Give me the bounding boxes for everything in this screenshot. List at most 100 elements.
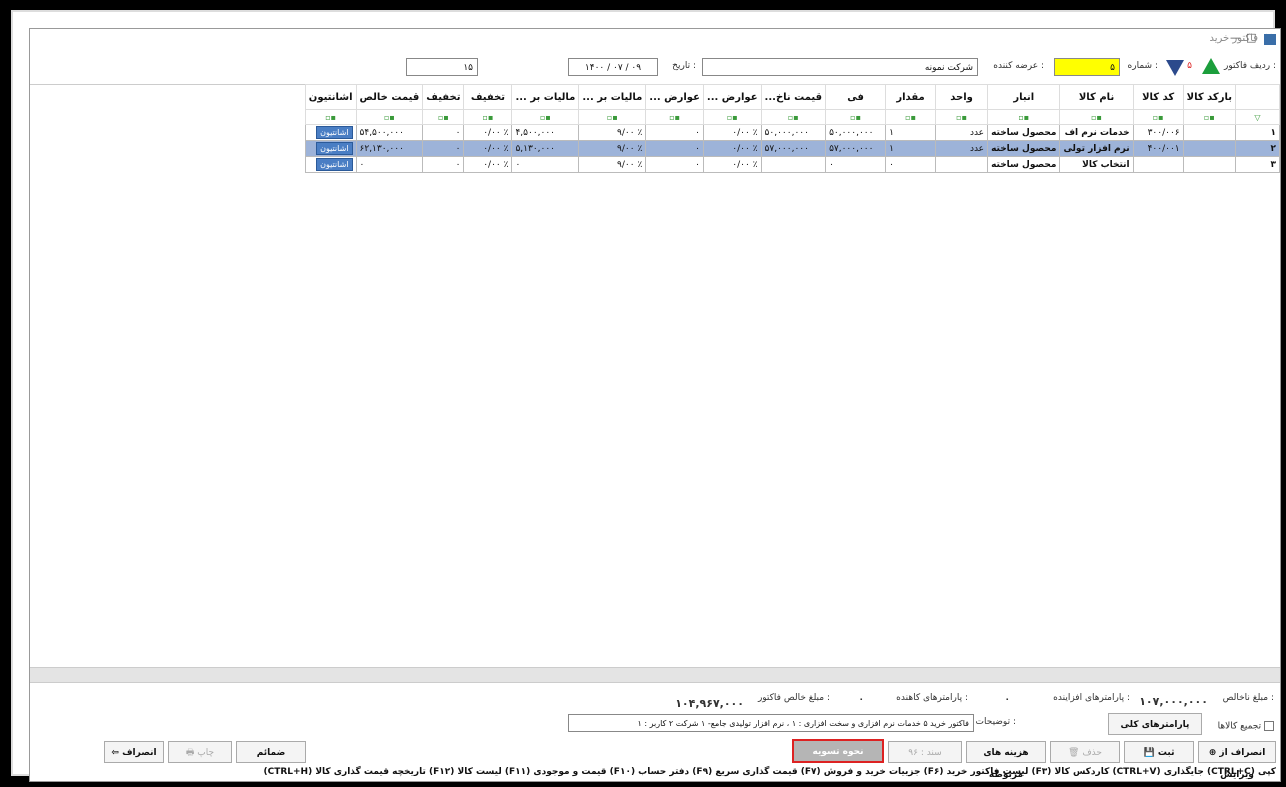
- filter-icon[interactable]: ▪▫: [422, 109, 465, 125]
- column-header[interactable]: انبار: [987, 84, 1061, 110]
- code-cell[interactable]: ۴۰۰/۰۰۱: [1132, 140, 1184, 157]
- store-cell[interactable]: محصول ساخته: [987, 124, 1061, 141]
- prev-record-icon[interactable]: [1166, 60, 1184, 76]
- tax-cell[interactable]: ۰: [511, 156, 580, 173]
- qty-cell[interactable]: ۰: [885, 156, 937, 173]
- tax-pct-cell[interactable]: ٪ ۹/۰۰: [578, 140, 647, 157]
- disc-pct-cell[interactable]: ٪ ۰/۰۰: [463, 156, 513, 173]
- merge-items-checkbox[interactable]: [1264, 721, 1274, 731]
- invoice-number-field[interactable]: ۵: [1054, 58, 1120, 76]
- column-header[interactable]: نام کالا: [1059, 84, 1134, 110]
- gross-cell[interactable]: ۵۰,۰۰۰,۰۰۰: [760, 124, 827, 141]
- merge-items-option[interactable]: تجمیع کالاها: [1218, 721, 1274, 732]
- store-cell[interactable]: محصول ساخته: [987, 156, 1061, 173]
- gift-button[interactable]: اشانتیون: [316, 126, 353, 139]
- duty-cell[interactable]: ۰: [645, 140, 704, 157]
- filter-icon[interactable]: ▪▫: [463, 109, 513, 125]
- tax-cell[interactable]: ۴,۵۰۰,۰۰۰: [511, 124, 580, 141]
- store-cell[interactable]: محصول ساخته: [987, 140, 1061, 157]
- horizontal-scrollbar[interactable]: [30, 667, 1280, 683]
- price-cell[interactable]: ۵۰,۰۰۰,۰۰۰: [825, 124, 887, 141]
- filter-icon[interactable]: ▪▫: [702, 109, 762, 125]
- tax-cell[interactable]: ۵,۱۳۰,۰۰۰: [511, 140, 580, 157]
- cancel-button[interactable]: ⇦ انصراف: [104, 741, 164, 763]
- filter-icon[interactable]: ▪▫: [760, 109, 827, 125]
- column-header[interactable]: عوارض ...: [645, 84, 704, 110]
- column-header[interactable]: کد کالا: [1132, 84, 1184, 110]
- column-header[interactable]: فی: [825, 84, 887, 110]
- column-header[interactable]: مالیات بر ...: [578, 84, 647, 110]
- column-header[interactable]: تخفیف: [463, 84, 513, 110]
- gross-cell[interactable]: [760, 156, 827, 173]
- print-button[interactable]: 🖶 چاپ: [168, 741, 232, 763]
- disc-cell[interactable]: ۰: [422, 124, 465, 141]
- name-cell[interactable]: نرم افزار تولی: [1059, 140, 1134, 157]
- column-header[interactable]: اشانتیون: [304, 84, 357, 110]
- attachments-button[interactable]: ضمائم: [236, 741, 306, 763]
- filter-icon[interactable]: ▽: [1235, 109, 1280, 125]
- column-header[interactable]: تخفیف: [422, 84, 465, 110]
- tax-pct-cell[interactable]: ٪ ۹/۰۰: [578, 124, 647, 141]
- date-field[interactable]: ۱۴۰۰ / ۰۷ / ۰۹: [568, 58, 658, 76]
- filter-icon[interactable]: ▪▫: [304, 109, 357, 125]
- net-cell[interactable]: ۵۴,۵۰۰,۰۰۰: [355, 124, 424, 141]
- table-row[interactable]: ۲ ۴۰۰/۰۰۱ نرم افزار تولی محصول ساخته عدد…: [304, 140, 1280, 157]
- filter-icon[interactable]: ▪▫: [645, 109, 704, 125]
- filter-icon[interactable]: ▪▫: [1059, 109, 1134, 125]
- barcode-cell[interactable]: [1182, 124, 1237, 141]
- column-header[interactable]: واحد: [935, 84, 989, 110]
- name-cell[interactable]: انتخاب کالا: [1059, 156, 1134, 173]
- disc-cell[interactable]: ۰: [422, 156, 465, 173]
- duty-cell[interactable]: ۰: [645, 124, 704, 141]
- unit-cell[interactable]: عدد: [935, 124, 989, 141]
- general-params-button[interactable]: پارامترهای کلی: [1108, 713, 1202, 735]
- related-costs-button[interactable]: هزینه های مربوطه: [966, 741, 1046, 780]
- qty-cell[interactable]: ۱: [885, 124, 937, 141]
- net-cell[interactable]: ۶۲,۱۳۰,۰۰۰: [355, 140, 424, 157]
- filter-icon[interactable]: ▪▫: [825, 109, 887, 125]
- qty-cell[interactable]: ۱: [885, 140, 937, 157]
- delete-button[interactable]: 🗑 حذف: [1050, 741, 1120, 763]
- settlement-button[interactable]: نحوه تسویه: [792, 739, 884, 763]
- name-cell[interactable]: خدمات نرم اف: [1059, 124, 1134, 141]
- filter-icon[interactable]: ▪▫: [885, 109, 937, 125]
- duty-pct-cell[interactable]: ٪ ۰/۰۰: [702, 124, 762, 141]
- barcode-cell[interactable]: [1182, 140, 1237, 157]
- reference-field[interactable]: ۱۵: [406, 58, 478, 76]
- duty-pct-cell[interactable]: ٪ ۰/۰۰: [702, 156, 762, 173]
- column-header[interactable]: قیمت خالص: [355, 84, 424, 110]
- unit-cell[interactable]: عدد: [935, 140, 989, 157]
- column-header[interactable]: قیمت ناخ...: [760, 84, 827, 110]
- filter-icon[interactable]: ▪▫: [987, 109, 1061, 125]
- table-row[interactable]: ۳ انتخاب کالا محصول ساخته ۰ ۰ ٪ ۰/۰۰ ۰ ٪…: [304, 156, 1280, 173]
- price-cell[interactable]: ۵۷,۰۰۰,۰۰۰: [825, 140, 887, 157]
- duty-cell[interactable]: ۰: [645, 156, 704, 173]
- disc-pct-cell[interactable]: ٪ ۰/۰۰: [463, 140, 513, 157]
- gift-button[interactable]: اشانتیون: [316, 158, 353, 171]
- save-button[interactable]: 💾 ثبت: [1124, 741, 1194, 763]
- tax-pct-cell[interactable]: ٪ ۹/۰۰: [578, 156, 647, 173]
- description-field[interactable]: فاکتور خرید ۵ خدمات نرم افزاری و سخت افز…: [568, 714, 974, 732]
- table-row[interactable]: ۱ ۳۰۰/۰۰۶ خدمات نرم اف محصول ساخته عدد ۱…: [304, 124, 1280, 141]
- filter-icon[interactable]: ▪▫: [1132, 109, 1184, 125]
- unit-cell[interactable]: [935, 156, 989, 173]
- disc-pct-cell[interactable]: ٪ ۰/۰۰: [463, 124, 513, 141]
- column-header[interactable]: عوارض ...: [702, 84, 762, 110]
- next-record-icon[interactable]: [1202, 58, 1220, 74]
- code-cell[interactable]: [1132, 156, 1184, 173]
- filter-icon[interactable]: ▪▫: [355, 109, 424, 125]
- filter-icon[interactable]: ▪▫: [511, 109, 580, 125]
- duty-pct-cell[interactable]: ٪ ۰/۰۰: [702, 140, 762, 157]
- filter-icon[interactable]: ▪▫: [1182, 109, 1237, 125]
- disc-cell[interactable]: ۰: [422, 140, 465, 157]
- document-button[interactable]: سند : ۹۶: [888, 741, 962, 763]
- column-header[interactable]: مالیات بر ...: [511, 84, 580, 110]
- filter-icon[interactable]: ▪▫: [935, 109, 989, 125]
- undo-edit-button[interactable]: ⊕ انصراف از ویرایش: [1198, 741, 1276, 780]
- code-cell[interactable]: ۳۰۰/۰۰۶: [1132, 124, 1184, 141]
- price-cell[interactable]: ۰: [825, 156, 887, 173]
- supplier-field[interactable]: شرکت نمونه: [702, 58, 978, 76]
- gift-button[interactable]: اشانتیون: [316, 142, 353, 155]
- column-header[interactable]: مقدار: [885, 84, 937, 110]
- column-header[interactable]: بارکد کالا: [1182, 84, 1237, 110]
